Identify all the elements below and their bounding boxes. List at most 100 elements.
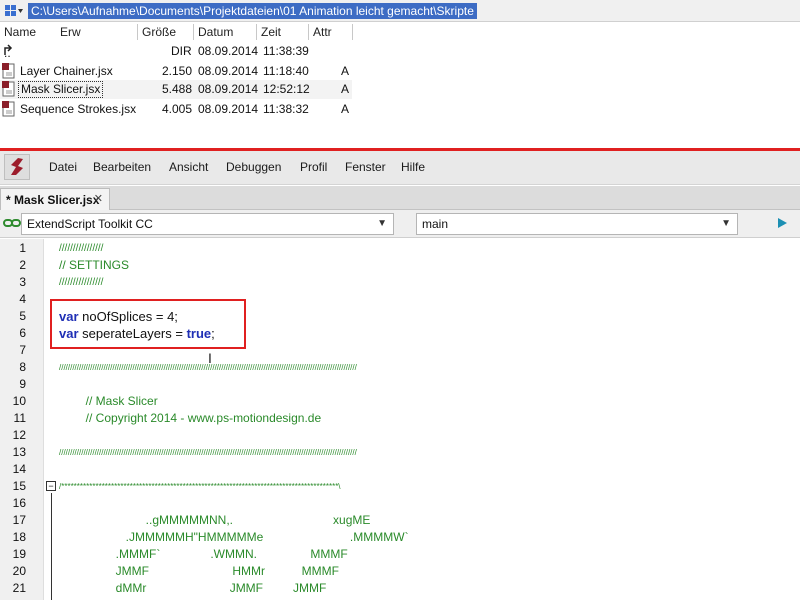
fold-toggle[interactable]: − <box>46 481 56 491</box>
file-list-header: Name Erw Größe Datum Zeit Attr <box>0 22 800 42</box>
line-number: 9 <box>19 377 26 391</box>
file-name: .. <box>4 46 11 60</box>
engine-select[interactable]: main ▼ <box>416 213 738 235</box>
menu-datei[interactable]: Datei <box>49 160 77 174</box>
code-line: .MMMF` .WMMN. MMMF <box>59 547 348 561</box>
target-app-value: ExtendScript Toolkit CC <box>27 217 153 231</box>
line-number: 10 <box>12 394 26 408</box>
line-number: 17 <box>12 513 26 527</box>
file-date: 08.09.2014 <box>198 64 259 78</box>
menu-bearbeiten[interactable]: Bearbeiten <box>93 160 151 174</box>
file-date: 08.09.2014 <box>198 44 259 58</box>
extendscript-logo-icon <box>11 158 23 175</box>
code-line: // Copyright 2014 - www.ps-motiondesign.… <box>59 411 322 425</box>
drive-icon <box>5 4 23 16</box>
code-line: // SETTINGS <box>59 258 130 272</box>
column-time[interactable]: Zeit <box>261 25 281 41</box>
file-attr: A <box>341 102 350 116</box>
file-attr: A <box>341 64 350 78</box>
line-number: 1 <box>19 241 26 255</box>
line-number: 13 <box>12 445 26 459</box>
code-line: dMMr JMMF JMMF <box>59 581 327 595</box>
line-number: 14 <box>12 462 26 476</box>
jsx-file-icon <box>2 81 15 97</box>
line-number: 18 <box>12 530 26 544</box>
current-path[interactable]: C:\Users\Aufnahme\Documents\Projektdatei… <box>28 2 477 19</box>
jsx-file-icon <box>2 63 15 79</box>
target-bar: ExtendScript Toolkit CC ▼ main ▼ <box>0 210 800 238</box>
line-number: 12 <box>12 428 26 442</box>
file-row[interactable]: .. DIR 08.09.2014 11:38:39 <box>0 42 800 61</box>
line-number: 7 <box>19 343 26 357</box>
code-line: ////////////////////////////////////////… <box>59 448 357 457</box>
tab-label: * Mask Slicer.jsx <box>6 192 100 207</box>
highlight-annotation <box>50 299 246 349</box>
link-icon[interactable] <box>3 218 21 228</box>
line-number: 6 <box>19 326 26 340</box>
drive-menu-button[interactable] <box>0 0 28 22</box>
column-divider[interactable] <box>308 24 309 40</box>
line-number: 2 <box>19 258 26 272</box>
column-divider[interactable] <box>193 24 194 40</box>
app-logo <box>4 154 30 180</box>
file-size: 4.005 <box>162 102 193 116</box>
file-list: Name Erw Größe Datum Zeit Attr .. DIR 08… <box>0 22 800 146</box>
menu-ansicht[interactable]: Ansicht <box>169 160 208 174</box>
column-size[interactable]: Größe <box>142 25 176 41</box>
code-editor[interactable]: 1 2 3 4 5 6 7 8 9 10 11 12 13 14 15 16 1… <box>0 239 800 600</box>
line-number: 19 <box>12 547 26 561</box>
file-row[interactable]: Layer Chainer.jsx 2.150 08.09.2014 11:18… <box>0 62 800 81</box>
run-icon[interactable] <box>775 216 789 230</box>
code-line: /***************************************… <box>59 482 341 491</box>
line-number: 11 <box>13 411 26 425</box>
menu-fenster[interactable]: Fenster <box>345 160 386 174</box>
file-name: Layer Chainer.jsx <box>20 64 113 78</box>
close-icon[interactable]: ✕ <box>94 192 103 205</box>
file-date: 08.09.2014 <box>198 82 259 96</box>
file-date: 08.09.2014 <box>198 102 259 116</box>
column-date[interactable]: Datum <box>198 25 233 41</box>
line-number: 15 <box>12 479 26 493</box>
file-size: 2.150 <box>162 64 193 78</box>
file-size: 5.488 <box>162 82 193 96</box>
file-time: 11:18:40 <box>263 64 309 78</box>
menu-hilfe[interactable]: Hilfe <box>401 160 425 174</box>
chevron-down-icon: ▼ <box>721 218 731 229</box>
code-line: JMMF HMMr MMMF <box>59 564 339 578</box>
document-tab-bar: * Mask Slicer.jsx ✕ <box>0 186 800 210</box>
line-number: 8 <box>19 360 26 374</box>
code-line: ..gMMMMMNN,. xugME <box>59 513 371 527</box>
file-time: 11:38:39 <box>263 44 309 58</box>
column-divider[interactable] <box>352 24 353 40</box>
file-time: 11:38:32 <box>263 102 309 116</box>
code-line: //////////////// <box>59 243 104 254</box>
file-attr: A <box>341 82 350 96</box>
target-app-select[interactable]: ExtendScript Toolkit CC ▼ <box>21 213 394 235</box>
line-number: 21 <box>12 581 26 595</box>
code-line: // Mask Slicer <box>59 394 158 408</box>
column-divider[interactable] <box>256 24 257 40</box>
column-ext[interactable]: Erw <box>60 25 81 41</box>
code-line: //////////////// <box>59 277 104 288</box>
column-divider[interactable] <box>137 24 138 40</box>
code-line: .JMMMMMH"HMMMMMe .MMMMW` <box>59 530 409 544</box>
path-bar: C:\Users\Aufnahme\Documents\Projektdatei… <box>0 0 800 22</box>
file-size: DIR <box>171 44 192 58</box>
file-row[interactable]: Sequence Strokes.jsx 4.005 08.09.2014 11… <box>0 100 800 119</box>
line-number: 16 <box>12 496 26 510</box>
column-attr[interactable]: Attr <box>313 25 332 41</box>
tab-mask-slicer[interactable]: * Mask Slicer.jsx ✕ <box>0 188 110 210</box>
text-cursor-icon: I <box>208 350 212 366</box>
file-name: Sequence Strokes.jsx <box>20 102 137 116</box>
line-number: 4 <box>19 292 26 306</box>
fold-column <box>44 239 56 600</box>
file-name: Mask Slicer.jsx <box>18 81 104 98</box>
chevron-down-icon: ▼ <box>377 218 387 229</box>
file-time: 12:52:12 <box>263 82 310 96</box>
file-row-selected[interactable]: Mask Slicer.jsx 5.488 08.09.2014 12:52:1… <box>0 80 352 99</box>
column-name[interactable]: Name <box>4 25 36 41</box>
menu-debuggen[interactable]: Debuggen <box>226 160 281 174</box>
menu-bar: Datei Bearbeiten Ansicht Debuggen Profil… <box>0 151 800 185</box>
menu-profil[interactable]: Profil <box>300 160 327 174</box>
fold-line <box>51 493 52 600</box>
